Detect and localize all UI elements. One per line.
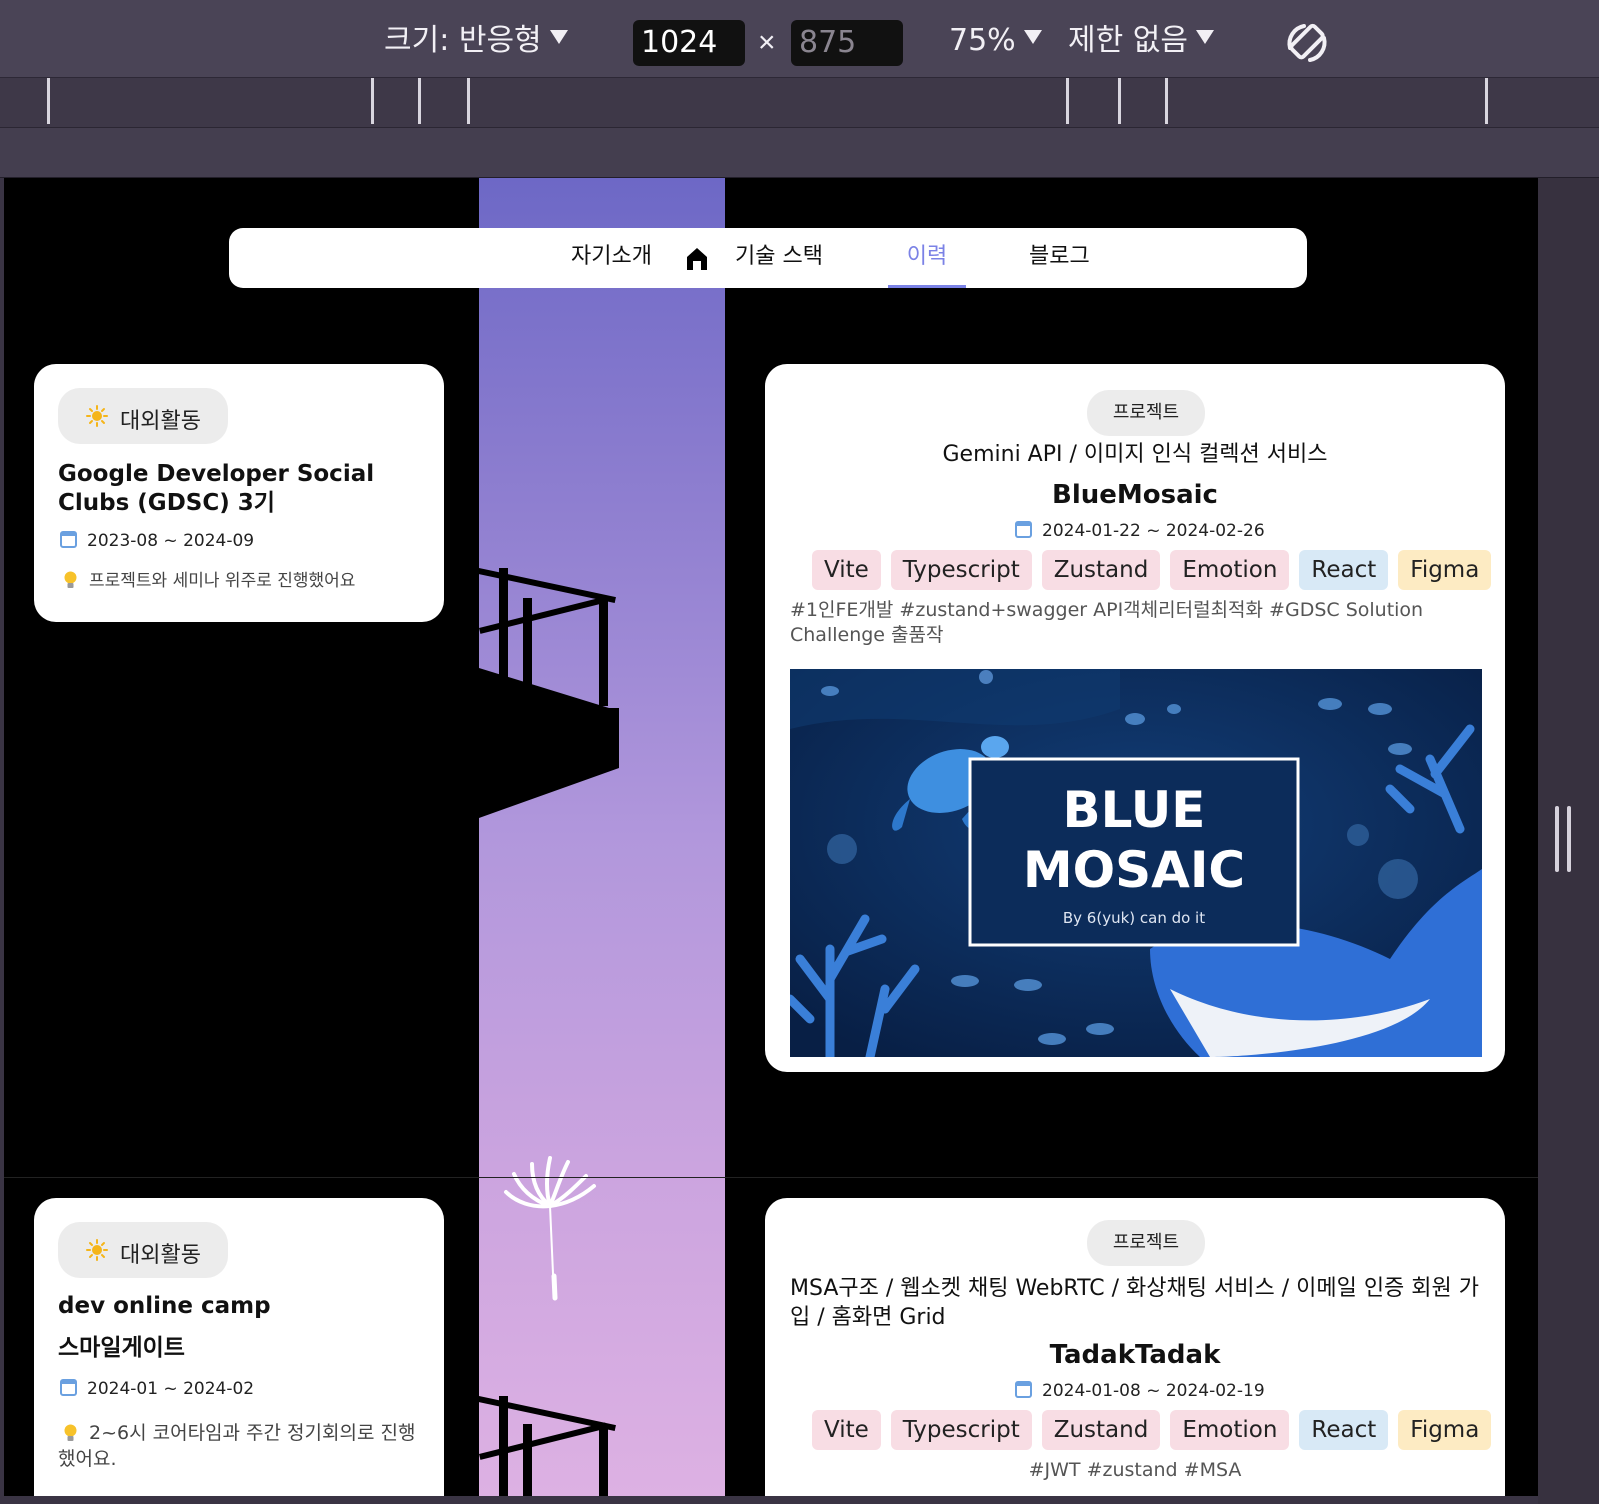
- nav-item-skills[interactable]: 기술 스택: [735, 228, 823, 288]
- activity-date: 2023-08 ~ 2024-09: [60, 528, 254, 554]
- project-subtitle: Gemini API / 이미지 인식 컬렉션 서비스: [942, 442, 1328, 467]
- tech-tag-list: Vite Typescript Zustand Emotion React Fi…: [812, 1410, 1492, 1450]
- viewport-width-input[interactable]: 1024: [633, 20, 745, 66]
- tech-tag: Emotion: [1170, 1410, 1290, 1450]
- banner-byline: By 6(yuk) can do it: [1062, 909, 1206, 927]
- device-size-label: 크기: 반응형: [384, 23, 542, 58]
- resize-handle[interactable]: [1553, 806, 1575, 872]
- balcony-silhouette: [479, 568, 619, 818]
- project-subtitle: MSA구조 / 웹소켓 채팅 WebRTC / 화상채팅 서비스 / 이메일 인…: [790, 1276, 1480, 1330]
- project-name: BlueMosaic: [1052, 480, 1218, 510]
- zoom-dropdown[interactable]: 75%: [949, 18, 1042, 64]
- date-text: 2023-08 ~ 2024-09: [87, 531, 255, 551]
- rotate-icon[interactable]: [1284, 20, 1330, 66]
- tech-tag: Figma: [1398, 550, 1492, 590]
- tech-tag: Typescript: [890, 1410, 1032, 1450]
- tech-tag: Vite: [812, 550, 881, 590]
- tech-tag: Zustand: [1041, 1410, 1161, 1450]
- activity-date: 2024-01 ~ 2024-02: [60, 1376, 254, 1402]
- dimension-separator: ×: [758, 26, 776, 59]
- date-text: 2024-01-22 ~ 2024-02-26: [1042, 521, 1265, 541]
- chevron-down-icon: [549, 30, 568, 44]
- calendar-icon: [1015, 521, 1032, 538]
- project-hashtags: #1인FE개발 #zustand+swagger API객체리터럴최적화 #GD…: [790, 599, 1424, 646]
- tech-tag: Figma: [1398, 1410, 1492, 1450]
- activity-category-chip: 대외활동: [58, 1222, 228, 1278]
- ruler-mark[interactable]: [371, 78, 374, 124]
- ruler-mark[interactable]: [418, 78, 421, 124]
- nav-item-about[interactable]: 자기소개: [571, 228, 652, 288]
- ruler-mark[interactable]: [1066, 78, 1069, 124]
- throttle-label: 제한 없음: [1068, 23, 1188, 58]
- activity-note: 프로젝트와 세미나 위주로 진행했어요: [64, 568, 355, 594]
- tech-tag-list: Vite Typescript Zustand Emotion React Fi…: [812, 550, 1492, 590]
- nav-item-blog[interactable]: 블로그: [1029, 228, 1090, 288]
- device-frame-strip: [0, 128, 1599, 178]
- nav-item-history[interactable]: 이력: [888, 228, 966, 288]
- ruler-mark[interactable]: [1485, 78, 1488, 124]
- device-size-dropdown[interactable]: 크기: 반응형: [384, 18, 568, 64]
- activity-title: Google Developer Social Clubs (GDSC) 3기: [58, 461, 375, 516]
- project-name: TadakTadak: [1049, 1340, 1221, 1370]
- viewport-height-input[interactable]: 875: [791, 20, 903, 66]
- ruler-mark[interactable]: [467, 78, 470, 124]
- project-category-chip: 프로젝트: [1087, 390, 1205, 436]
- tech-tag: Vite: [812, 1410, 881, 1450]
- project-date: 2024-01-08 ~ 2024-02-19: [1015, 1378, 1265, 1404]
- tech-tag: Emotion: [1170, 550, 1290, 590]
- tech-tag: React: [1299, 550, 1389, 590]
- tech-tag: React: [1299, 1410, 1389, 1450]
- chip-label: 대외활동: [120, 1243, 201, 1268]
- tech-tag: Zustand: [1041, 550, 1161, 590]
- lightbulb-icon: [64, 1424, 77, 1441]
- note-text: 2~6시 코어타임과 주간 정기회의로 진행했어요.: [58, 1422, 416, 1470]
- responsive-toolbar: 크기: 반응형 1024 × 875 75% 제한 없음: [0, 0, 1599, 78]
- ruler-mark[interactable]: [1165, 78, 1168, 124]
- tech-tag: Typescript: [890, 550, 1032, 590]
- balcony-silhouette: [479, 1396, 616, 1496]
- project-date: 2024-01-22 ~ 2024-02-26: [1015, 518, 1265, 544]
- top-nav: 자기소개 기술 스택 이력 블로그: [229, 228, 1307, 288]
- calendar-icon: [1015, 1381, 1032, 1398]
- calendar-icon: [60, 531, 77, 548]
- project-hashtags: #JWT #zustand #MSA: [1028, 1459, 1242, 1481]
- chip-label: 대외활동: [120, 409, 201, 434]
- chevron-down-icon: [1195, 30, 1214, 44]
- date-text: 2024-01-08 ~ 2024-02-19: [1042, 1381, 1265, 1401]
- activity-org: 스마일게이트: [58, 1335, 185, 1361]
- note-text: 프로젝트와 세미나 위주로 진행했어요: [89, 571, 356, 591]
- activity-category-chip: 대외활동: [58, 388, 228, 444]
- chevron-down-icon: [1023, 30, 1042, 44]
- sun-icon: [86, 1239, 108, 1261]
- project-category-chip: 프로젝트: [1087, 1220, 1205, 1266]
- sun-icon: [86, 405, 108, 427]
- activity-card[interactable]: 대외활동 dev online camp 스마일게이트 2024-01 ~ 20…: [34, 1198, 444, 1496]
- zoom-label: 75%: [949, 23, 1016, 58]
- home-icon[interactable]: [685, 246, 709, 270]
- activity-title: dev online camp: [58, 1293, 271, 1319]
- activity-card[interactable]: 대외활동 Google Developer Social Clubs (GDSC…: [34, 364, 444, 622]
- ruler-mark[interactable]: [1118, 78, 1121, 124]
- project-banner-image[interactable]: BLUE MOSAIC By 6(yuk) can do it: [790, 669, 1482, 1057]
- calendar-icon: [60, 1379, 77, 1396]
- throttle-dropdown[interactable]: 제한 없음: [1068, 18, 1214, 64]
- page-viewport: 자기소개 기술 스택 이력 블로그 대외활동 Google Developer …: [4, 178, 1538, 1496]
- banner-title-line2: MOSAIC: [1022, 841, 1246, 899]
- activity-note: 2~6시 코어타임과 주간 정기회의로 진행했어요.: [58, 1420, 418, 1472]
- lightbulb-icon: [64, 571, 77, 588]
- date-text: 2024-01 ~ 2024-02: [87, 1379, 255, 1399]
- media-query-ruler: [0, 78, 1599, 128]
- ruler-mark[interactable]: [47, 78, 50, 124]
- banner-title-line1: BLUE: [1062, 781, 1206, 839]
- dandelion-illustration: [504, 1156, 596, 1301]
- row-divider: [4, 1177, 1538, 1178]
